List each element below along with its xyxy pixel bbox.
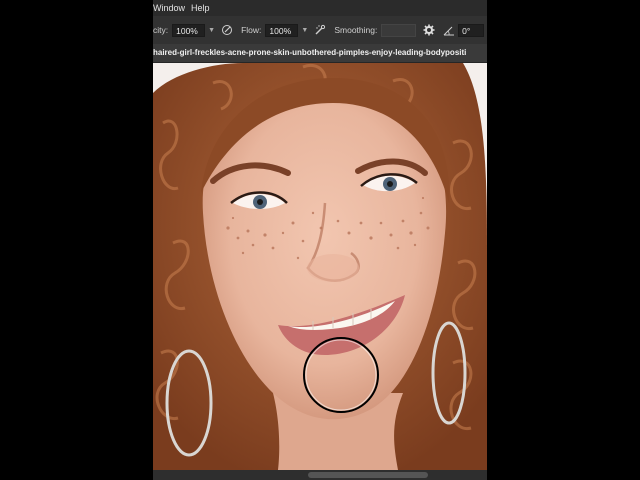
image-canvas[interactable] [153, 63, 487, 470]
menu-bar: Window Help [153, 0, 487, 16]
smoothing-label: Smoothing: [334, 25, 378, 35]
flow-field[interactable]: 100% [265, 23, 299, 37]
airbrush-icon[interactable] [314, 24, 326, 36]
canvas-scrollbar-area [153, 470, 487, 480]
document-title: haired-girl-freckles-acne-prone-skin-unb… [153, 48, 467, 57]
document-tab[interactable]: haired-girl-freckles-acne-prone-skin-unb… [153, 44, 487, 63]
opacity-dropdown-icon[interactable]: ▼ [208, 27, 215, 34]
smoothing-field[interactable] [381, 23, 417, 37]
gear-icon[interactable] [423, 24, 435, 36]
menu-window[interactable]: Window [153, 0, 189, 16]
angle-field[interactable]: 0° [458, 23, 484, 37]
pressure-opacity-icon[interactable] [221, 24, 233, 36]
angle-icon [443, 24, 455, 36]
opacity-field[interactable]: 100% [172, 23, 206, 37]
menu-help[interactable]: Help [191, 0, 214, 16]
flow-label: Flow: [241, 25, 262, 35]
portrait-image [153, 63, 487, 470]
horizontal-scrollbar-thumb[interactable] [308, 472, 428, 478]
flow-dropdown-icon[interactable]: ▼ [301, 27, 308, 34]
options-bar: city: 100% ▼ Flow: 100% ▼ Smoothing: 0° [153, 16, 487, 44]
photoshop-window: Window Help city: 100% ▼ Flow: 100% ▼ Sm… [153, 0, 487, 480]
opacity-label: city: [153, 25, 169, 35]
